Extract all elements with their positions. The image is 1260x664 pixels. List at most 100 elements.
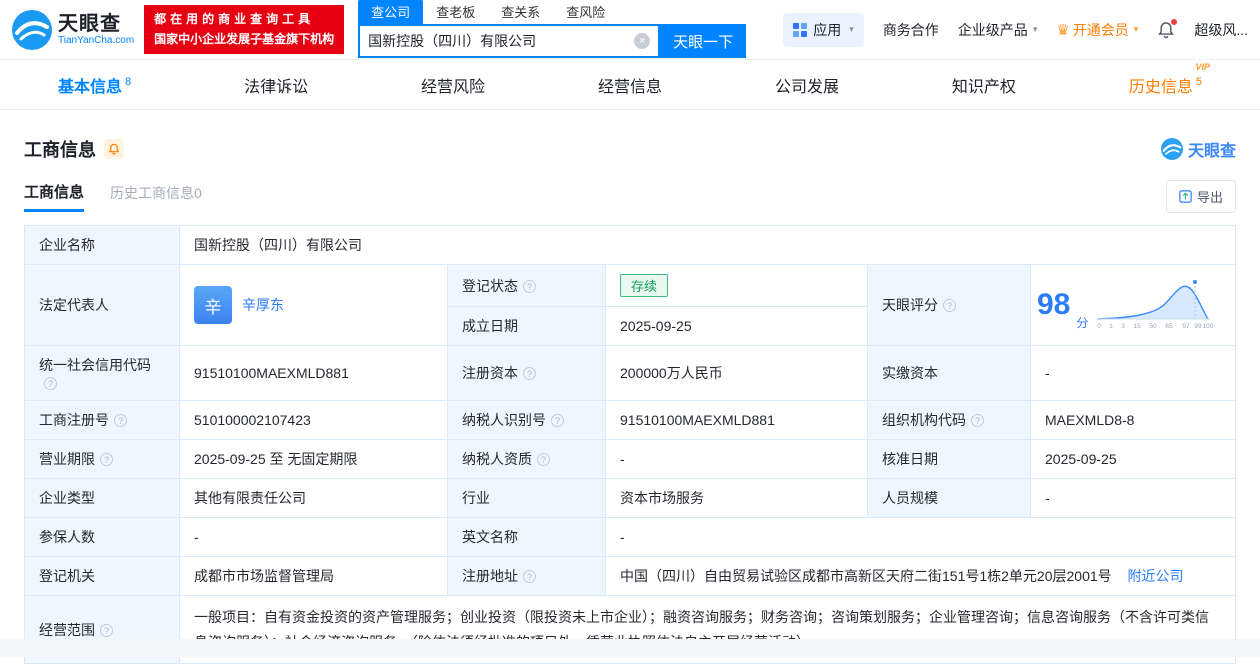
field-label-credit-code: 统一社会信用代码? — [24, 345, 180, 401]
enterprise-products-menu[interactable]: 企业级产品 ▾ — [958, 20, 1038, 40]
field-label-org-code: 组织机构代码? — [867, 400, 1031, 440]
page-background-strip — [0, 639, 1260, 657]
tab-legal-litigation[interactable]: 法律诉讼 — [244, 73, 308, 97]
tab-company-development[interactable]: 公司发展 — [775, 73, 839, 97]
tab-operation-risk[interactable]: 经营风险 — [421, 73, 485, 97]
search-tab-boss[interactable]: 查老板 — [423, 0, 488, 24]
tab-label: 基本信息 — [58, 78, 123, 96]
score-cell: 98 分 0 1 3 15 50 65 97 99 100 — [1030, 264, 1236, 346]
help-icon[interactable]: ? — [100, 453, 113, 466]
search-button[interactable]: 天眼一下 — [660, 24, 747, 58]
help-icon[interactable]: ? — [523, 570, 536, 583]
status-badge: 存续 — [620, 274, 669, 297]
help-icon[interactable]: ? — [114, 414, 127, 427]
apps-menu[interactable]: 应用 ▾ — [783, 12, 864, 47]
svg-text:1: 1 — [1110, 323, 1114, 330]
field-value-business-term: 2025-09-25 至 无固定期限 — [179, 439, 448, 479]
search-input[interactable] — [368, 33, 635, 49]
tab-label: 知识产权 — [951, 78, 1016, 96]
field-value-credit-code: 91510100MAEXMLD881 — [179, 345, 448, 401]
field-label-reg-status: 登记状态? — [447, 264, 606, 307]
tianyancha-logo-icon — [12, 9, 52, 50]
notifications-bell[interactable] — [1157, 18, 1178, 39]
field-label-text: 工商注册号 — [39, 412, 109, 428]
tab-operation-info[interactable]: 经营信息 — [598, 73, 662, 97]
help-icon[interactable]: ? — [943, 299, 956, 312]
search-tab-risk[interactable]: 查风险 — [553, 0, 618, 24]
field-label-staff-size: 人员规模 — [867, 478, 1031, 518]
table-row: 工商注册号? 510100002107423 纳税人识别号? 91510100M… — [24, 400, 1236, 440]
caret-down-icon: ▾ — [1032, 24, 1038, 34]
subtab-history-business-info[interactable]: 历史工商信息0 — [110, 183, 202, 210]
table-row: 法定代表人 辛 辛厚东 登记状态? 存续 天眼评分? 98 分 0 1 3 15… — [24, 264, 1236, 346]
field-label-insured: 参保人数 — [24, 517, 180, 557]
top-header: 天眼查 TianYanCha.com 都在用的商业查询工具 国家中小企业发展子基… — [0, 0, 1260, 60]
caret-down-icon: ▾ — [1133, 24, 1139, 34]
field-value-paid-capital: - — [1030, 345, 1236, 401]
field-label-reg-capital: 注册资本? — [447, 345, 606, 401]
table-row: 参保人数 - 英文名称 - — [24, 517, 1236, 557]
search-tab-company[interactable]: 查公司 — [358, 0, 424, 24]
field-label-company-type: 企业类型 — [24, 478, 180, 518]
help-icon[interactable]: ? — [523, 279, 536, 293]
field-label-text: 注册地址 — [462, 568, 518, 584]
tab-history-info[interactable]: VIP 历史信息 5 — [1128, 62, 1210, 97]
tab-basic-info[interactable]: 基本信息 8 — [58, 73, 131, 97]
field-value-company-type: 其他有限责任公司 — [179, 478, 448, 518]
notification-dot — [1171, 18, 1178, 25]
score-distribution-chart: 0 1 3 15 50 65 97 99 100 — [1096, 280, 1214, 330]
help-icon[interactable]: ? — [523, 367, 536, 380]
business-cooperation-link[interactable]: 商务合作 — [883, 20, 939, 40]
enterprise-products-label: 企业级产品 — [957, 21, 1028, 38]
export-label: 导出 — [1196, 190, 1223, 205]
field-value-english-name: - — [605, 517, 1236, 557]
tab-count: 8 — [125, 76, 132, 89]
tab-label: 历史信息 — [1128, 78, 1193, 96]
svg-text:65: 65 — [1166, 323, 1174, 330]
help-icon[interactable]: ? — [551, 414, 564, 427]
super-risk-link[interactable]: 超级风... — [1194, 20, 1248, 40]
field-value-industry: 资本市场服务 — [605, 478, 868, 518]
monitor-bell-icon[interactable] — [104, 139, 124, 159]
brand-name: 天眼查 — [58, 13, 121, 35]
export-button[interactable]: 导出 — [1165, 180, 1236, 213]
search-area: 查公司 查老板 查关系 查风险 × 天眼一下 — [358, 0, 747, 58]
nearby-company-link[interactable]: 附近公司 — [1128, 568, 1184, 584]
help-icon[interactable]: ? — [100, 623, 113, 637]
slogan-line-1: 都在用的商业查询工具 — [154, 12, 315, 27]
legal-rep-name-link[interactable]: 辛厚东 — [242, 295, 284, 315]
open-vip-menu[interactable]: ♛ 开通会员 ▾ — [1056, 20, 1138, 40]
brand-domain: TianYanCha.com — [58, 35, 135, 46]
tab-count: 5 — [1195, 76, 1202, 89]
field-label-industry: 行业 — [447, 478, 606, 518]
svg-text:50: 50 — [1150, 323, 1158, 330]
field-label-text: 纳税人资质 — [462, 451, 532, 467]
field-label-reg-authority: 登记机关 — [24, 556, 180, 596]
field-value-reg-capital: 200000万人民币 — [605, 345, 868, 401]
search-tabs: 查公司 查老板 查关系 查风险 — [358, 0, 746, 24]
field-value-legal-rep: 辛 辛厚东 — [179, 264, 448, 346]
score-value: 98 — [1037, 288, 1071, 321]
help-icon[interactable]: ? — [971, 414, 984, 427]
business-info-table: 企业名称 国新控股（四川）有限公司 法定代表人 辛 辛厚东 登记状态? 存续 天… — [24, 225, 1236, 664]
field-label-business-term: 营业期限? — [24, 439, 180, 479]
field-label-text: 组织机构代码 — [882, 412, 966, 428]
field-value-taxpayer-id: 91510100MAEXMLD881 — [605, 400, 868, 440]
field-label-address: 注册地址? — [447, 556, 606, 596]
tab-intellectual-property[interactable]: 知识产权 — [952, 73, 1016, 97]
clear-search-icon[interactable]: × — [634, 33, 651, 49]
table-row: 营业期限? 2025-09-25 至 无固定期限 纳税人资质? - 核准日期 2… — [24, 439, 1236, 479]
crown-icon: ♛ — [1056, 21, 1070, 39]
legal-rep-avatar[interactable]: 辛 — [194, 286, 232, 324]
field-value-address: 中国（四川）自由贸易试验区成都市高新区天府二街151号1栋2单元20层2001号… — [605, 556, 1236, 596]
score-unit: 分 — [1076, 316, 1089, 330]
field-value-insured: - — [179, 517, 448, 557]
help-icon[interactable]: ? — [537, 453, 550, 466]
help-icon[interactable]: ? — [44, 377, 57, 390]
watermark-text: 天眼查 — [1187, 143, 1236, 160]
search-tab-relation[interactable]: 查关系 — [488, 0, 553, 24]
subtab-business-info[interactable]: 工商信息 — [24, 181, 85, 212]
field-label-legal-rep: 法定代表人 — [24, 264, 180, 346]
tianyancha-logo[interactable]: 天眼查 TianYanCha.com — [12, 9, 135, 50]
field-label-paid-capital: 实缴资本 — [867, 345, 1031, 401]
